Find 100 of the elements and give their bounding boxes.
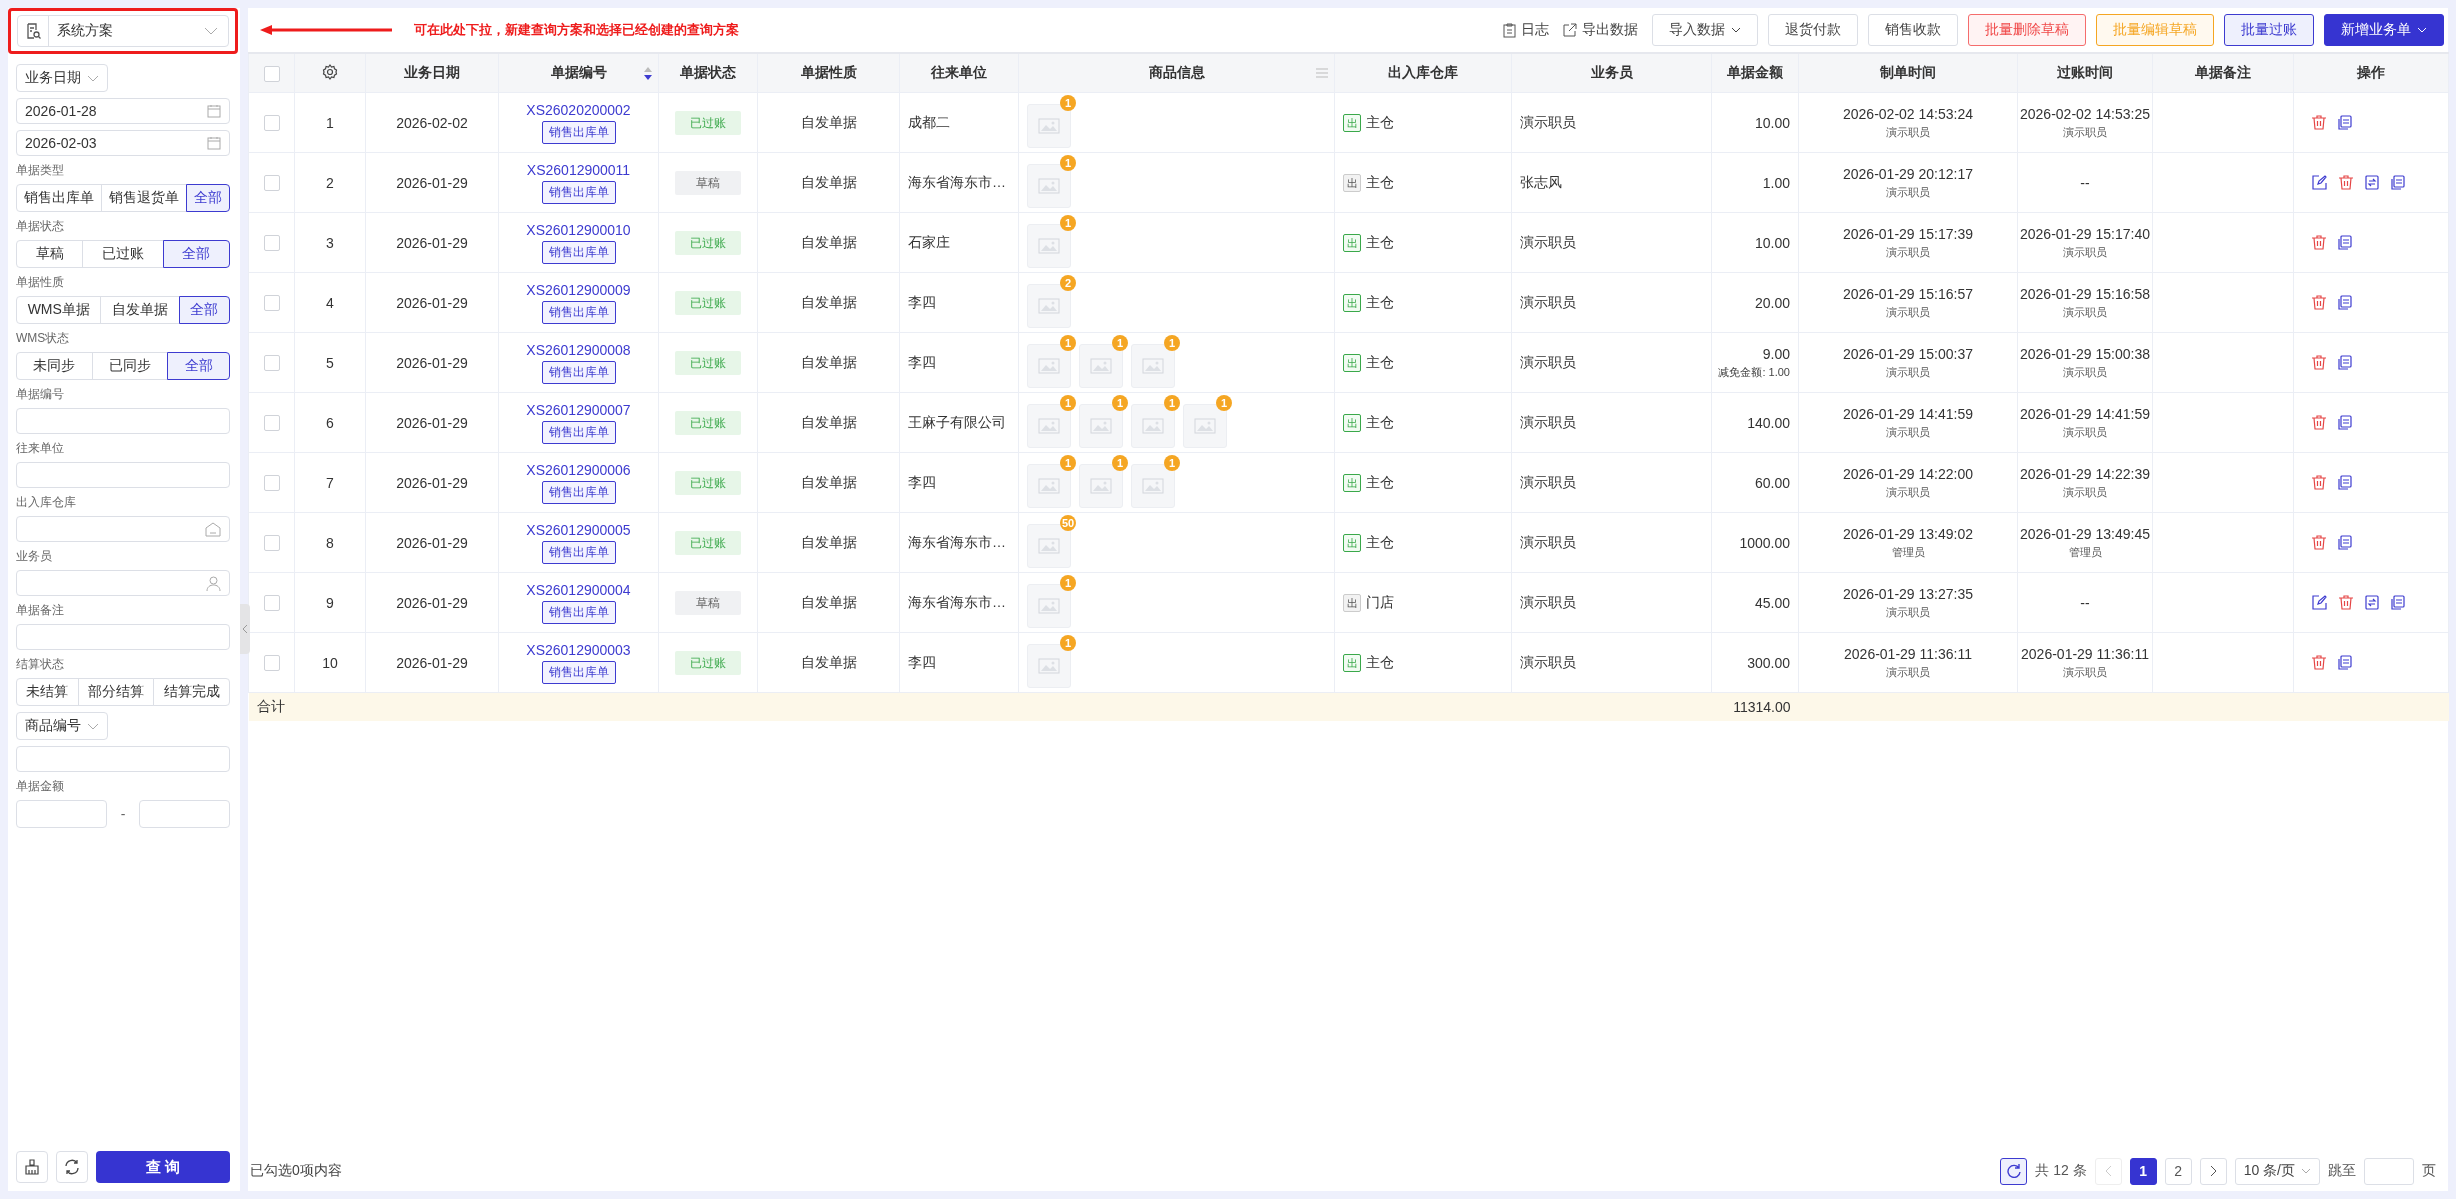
text-field[interactable]: [16, 462, 230, 488]
date-field[interactable]: 2026-01-28: [16, 98, 230, 124]
delete-icon[interactable]: [2312, 115, 2326, 130]
filter-label: 业务员: [16, 548, 53, 565]
document-code-link[interactable]: XS26012900009: [526, 281, 631, 298]
copy-icon[interactable]: [2338, 475, 2352, 490]
page-size-select[interactable]: 10 条/页: [2234, 1157, 2320, 1185]
row-checkbox[interactable]: [263, 595, 280, 612]
row-checkbox[interactable]: [263, 235, 280, 252]
toolbar-button[interactable]: 导入数据: [1652, 14, 1758, 46]
document-code-link[interactable]: XS26012900005: [526, 521, 631, 538]
collapse-handle[interactable]: [240, 604, 250, 654]
transfer-icon[interactable]: [2365, 175, 2379, 190]
delete-icon[interactable]: [2312, 655, 2326, 670]
segment-option[interactable]: 部分结算: [77, 678, 155, 706]
segment-option[interactable]: 已同步: [91, 352, 169, 380]
delete-icon[interactable]: [2312, 295, 2326, 310]
document-code-link[interactable]: XS26012900008: [526, 341, 631, 358]
page-button[interactable]: 2: [2164, 1157, 2192, 1185]
text-field[interactable]: [16, 746, 230, 772]
date-field[interactable]: 2026-02-03: [16, 130, 230, 156]
document-code-link[interactable]: XS26012900006: [526, 461, 631, 478]
copy-icon[interactable]: [2391, 595, 2405, 610]
row-checkbox[interactable]: [263, 415, 280, 432]
row-checkbox[interactable]: [263, 355, 280, 372]
toolbar-button[interactable]: 批量删除草稿: [1968, 14, 2086, 46]
export-link[interactable]: 导出数据: [1563, 21, 1638, 39]
refresh-icon: [2006, 1164, 2021, 1178]
count-badge: 1: [1112, 334, 1128, 351]
copy-icon[interactable]: [2338, 295, 2352, 310]
row-checkbox[interactable]: [263, 475, 280, 492]
segment-option[interactable]: 结算完成: [153, 678, 230, 706]
segment-option[interactable]: 全部: [178, 296, 230, 324]
copy-icon[interactable]: [2391, 175, 2405, 190]
copy-icon[interactable]: [2338, 235, 2352, 250]
segment-option[interactable]: WMS单据: [16, 296, 102, 324]
clear-button[interactable]: [16, 1151, 48, 1183]
field-select[interactable]: 业务日期: [16, 64, 108, 92]
segment-option[interactable]: 草稿: [16, 240, 84, 268]
person-field[interactable]: [16, 570, 230, 596]
field-select[interactable]: 商品编号: [16, 712, 108, 740]
segment-option[interactable]: 销售出库单: [16, 184, 102, 212]
document-code-link[interactable]: XS26012900003: [526, 641, 631, 658]
toolbar-button[interactable]: 销售收款: [1868, 14, 1958, 46]
segment-option[interactable]: 全部: [186, 184, 230, 212]
document-code-link[interactable]: XS26012900004: [526, 581, 631, 598]
page-unit: 页: [2422, 1162, 2436, 1180]
segment-option[interactable]: 自发单据: [100, 296, 180, 324]
delete-icon[interactable]: [2339, 595, 2353, 610]
segment-option[interactable]: 全部: [167, 352, 230, 380]
row-checkbox[interactable]: [263, 295, 280, 312]
text-field[interactable]: [16, 408, 230, 434]
copy-icon[interactable]: [2338, 415, 2352, 430]
segment-option[interactable]: 未结算: [16, 678, 79, 706]
warehouse-name: 门店: [1366, 593, 1394, 612]
page-button[interactable]: 1: [2129, 1157, 2157, 1185]
transfer-icon[interactable]: [2365, 595, 2379, 610]
status-tag: 已过账: [675, 290, 741, 315]
refresh-button[interactable]: [2000, 1157, 2028, 1185]
document-code-link[interactable]: XS26012900010: [526, 221, 631, 238]
document-code-link[interactable]: XS26012900011: [526, 161, 631, 178]
delete-icon[interactable]: [2339, 175, 2353, 190]
copy-icon[interactable]: [2338, 355, 2352, 370]
segment-option[interactable]: 未同步: [16, 352, 93, 380]
salesperson-cell: 演示职员: [1520, 473, 1576, 490]
delete-icon[interactable]: [2312, 535, 2326, 550]
delete-icon[interactable]: [2312, 355, 2326, 370]
segment-option[interactable]: 全部: [162, 240, 230, 268]
copy-icon[interactable]: [2338, 535, 2352, 550]
segment-option[interactable]: 已过账: [82, 240, 164, 268]
text-field[interactable]: [16, 624, 230, 650]
toolbar-button[interactable]: 批量过账: [2224, 14, 2314, 46]
max-field[interactable]: [139, 800, 230, 828]
delete-icon[interactable]: [2312, 235, 2326, 250]
segment-option[interactable]: 销售退货单: [101, 184, 187, 212]
scheme-select[interactable]: 系统方案: [17, 15, 229, 47]
toolbar-button[interactable]: 新增业务单: [2324, 14, 2444, 46]
document-code-link[interactable]: XS26012900007: [526, 401, 631, 418]
settings-icon[interactable]: [322, 63, 338, 80]
row-checkbox[interactable]: [263, 115, 280, 132]
delete-icon[interactable]: [2312, 475, 2326, 490]
log-link[interactable]: 日志: [1503, 21, 1549, 39]
row-checkbox[interactable]: [263, 535, 280, 552]
sort-icon[interactable]: [644, 66, 652, 80]
document-code-link[interactable]: XS26020200002: [526, 101, 631, 118]
min-field[interactable]: [16, 800, 107, 828]
edit-icon[interactable]: [2312, 595, 2327, 610]
copy-icon[interactable]: [2338, 655, 2352, 670]
toolbar-button[interactable]: 退货付款: [1768, 14, 1858, 46]
query-button[interactable]: 查 询: [96, 1151, 230, 1183]
row-checkbox[interactable]: [263, 655, 280, 672]
page-input[interactable]: [2364, 1157, 2414, 1185]
edit-icon[interactable]: [2312, 175, 2327, 190]
select-all-checkbox[interactable]: [263, 65, 280, 82]
warehouse-field[interactable]: [16, 516, 230, 542]
warehouse-name: 主仓: [1366, 173, 1394, 192]
delete-icon[interactable]: [2312, 415, 2326, 430]
row-checkbox[interactable]: [263, 175, 280, 192]
reset-button[interactable]: [56, 1151, 88, 1183]
copy-icon[interactable]: [2338, 115, 2352, 130]
